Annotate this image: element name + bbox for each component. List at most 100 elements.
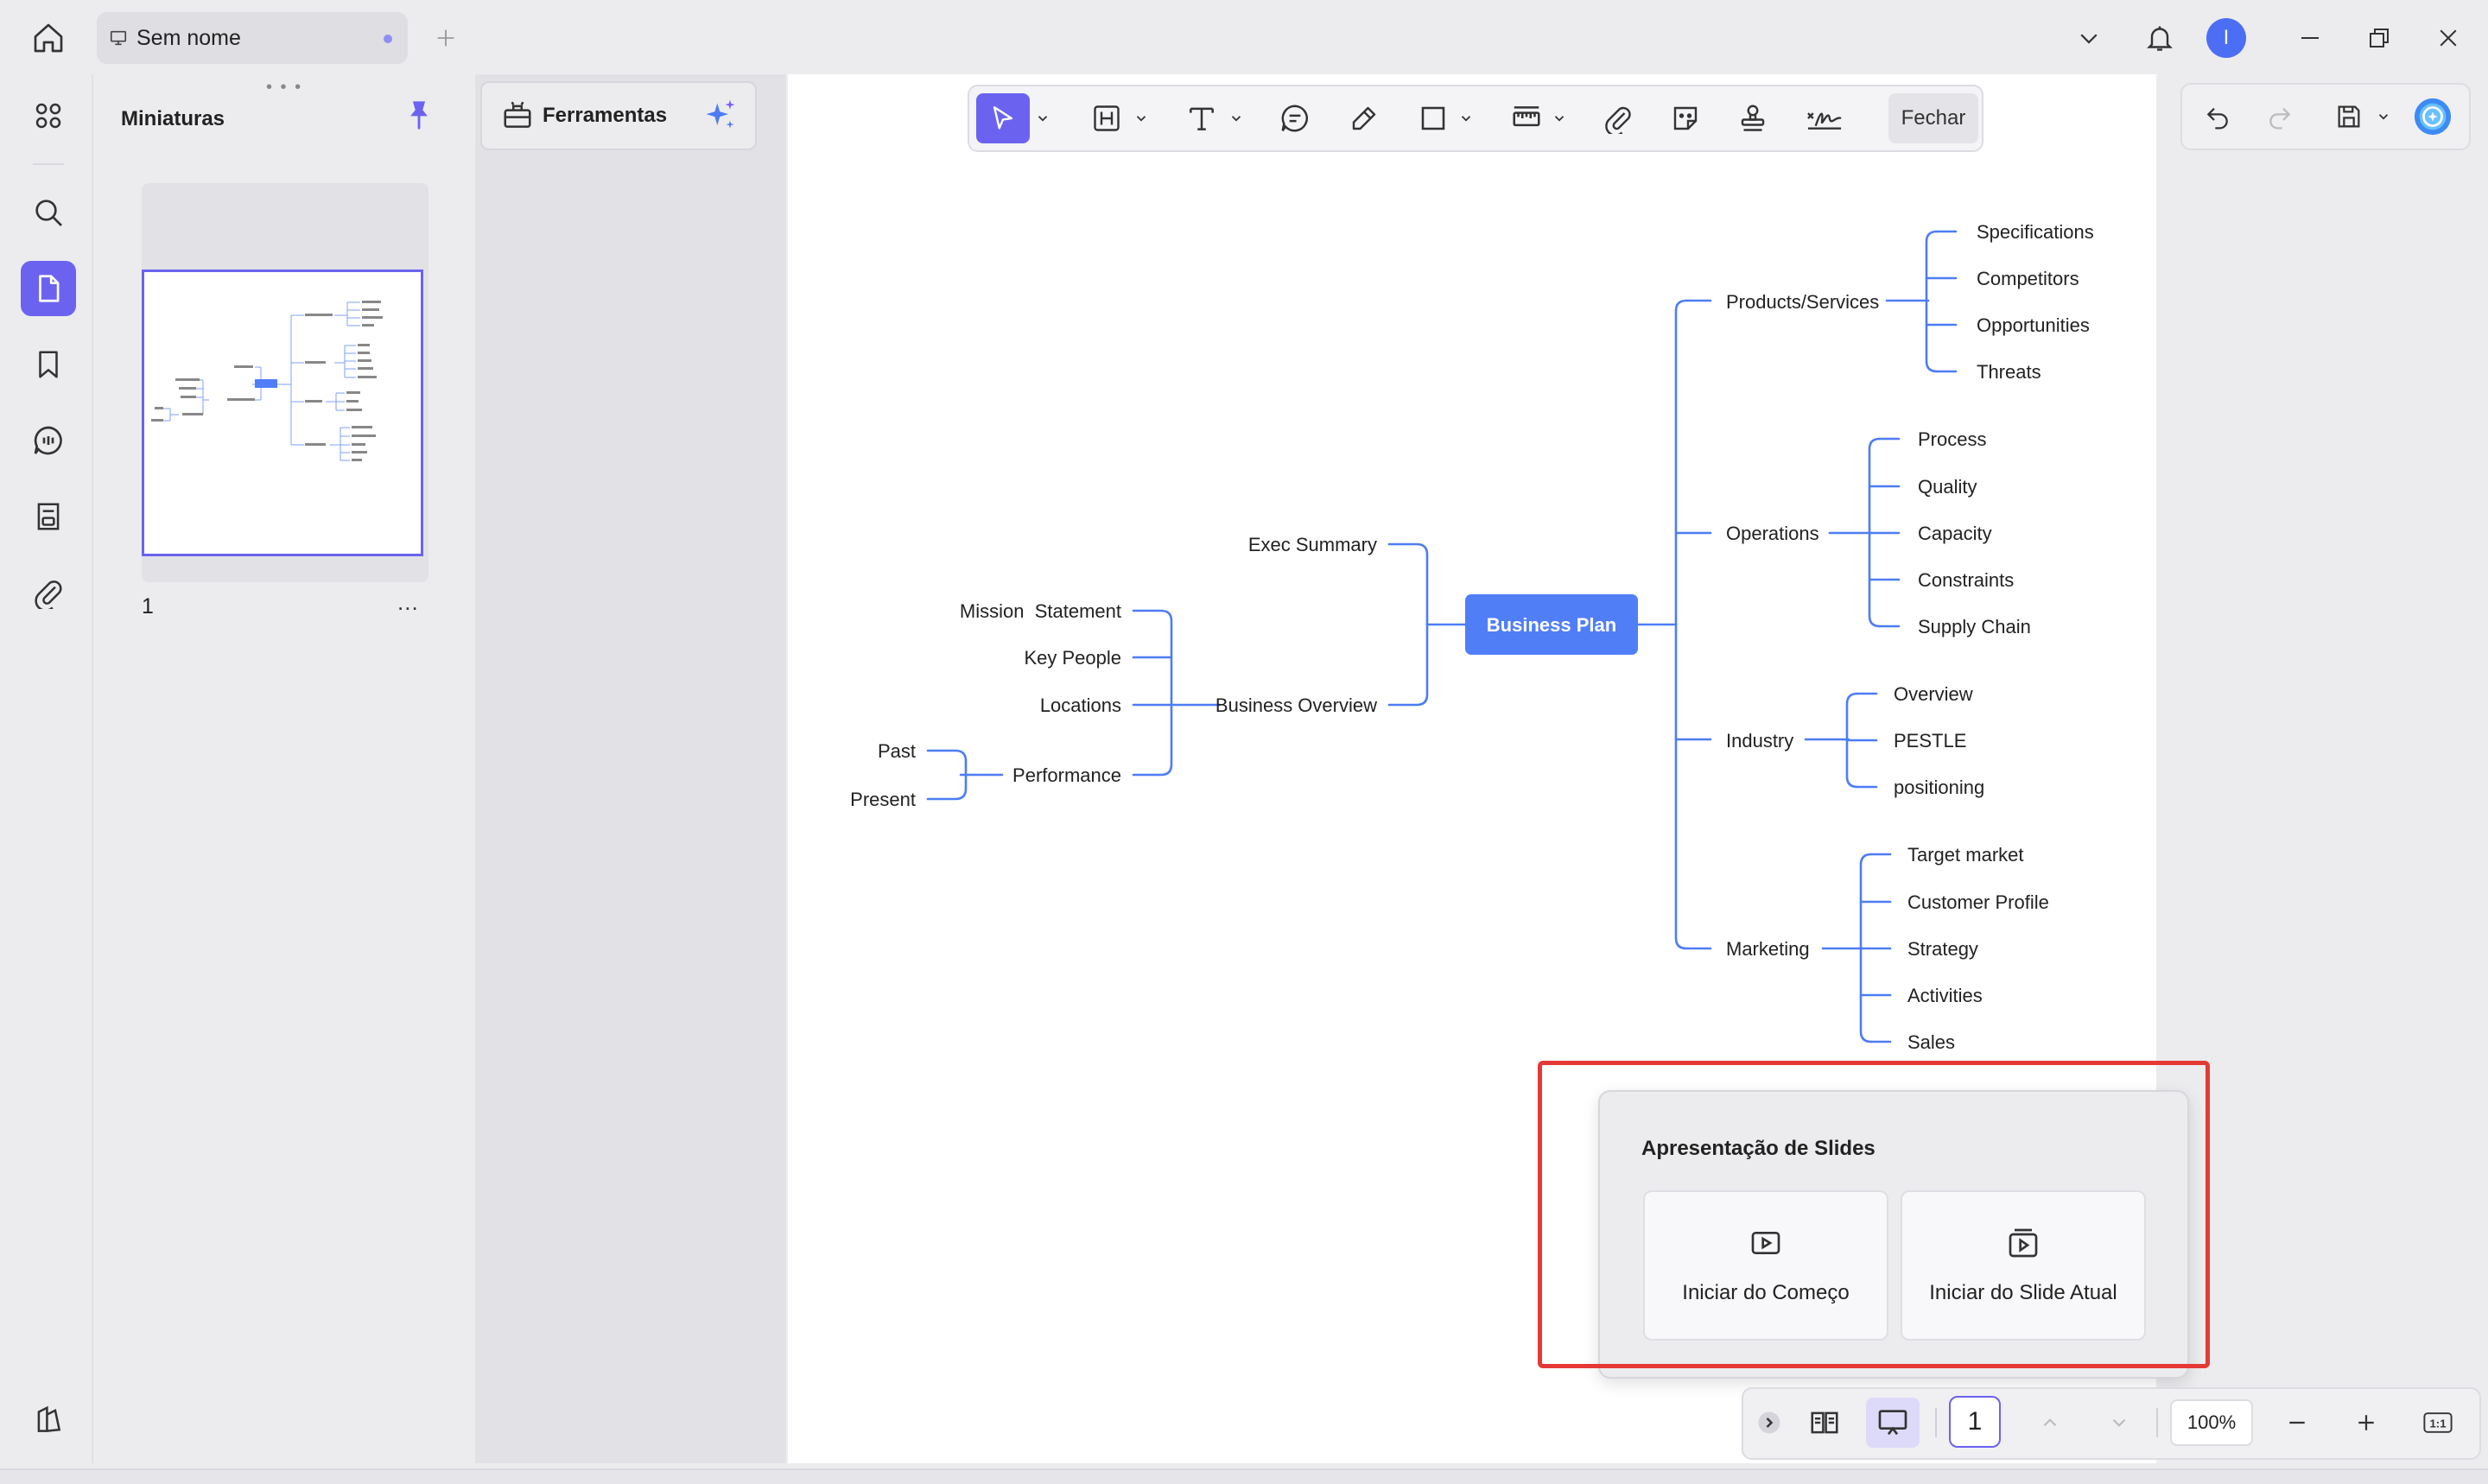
home-icon[interactable] [26,16,71,60]
node-supply-chain[interactable]: Supply Chain [1918,616,2031,637]
close-icon[interactable] [2426,16,2471,60]
comments-icon[interactable] [21,413,76,468]
tools-panel: Ferramentas [475,74,786,1463]
undo-icon[interactable] [2194,93,2241,140]
search-icon[interactable] [21,185,76,240]
previous-page-icon[interactable] [2028,1398,2072,1448]
thumbnails-panel: • • • Miniaturas 1 ... [92,74,470,1463]
actual-size-button[interactable]: 1:1 [2412,1398,2464,1448]
redo-icon[interactable] [2256,93,2303,140]
node-pestle[interactable]: PESTLE [1894,730,1966,752]
node-activities[interactable]: Activities [1907,985,1983,1006]
tab-title: Sem nome [136,25,241,50]
node-opportunities[interactable]: Opportunities [1977,314,2090,336]
node-present[interactable]: Present [850,789,916,810]
node-threats[interactable]: Threats [1977,361,2041,383]
node-marketing[interactable]: Marketing [1726,938,1810,960]
bottom-divider [2156,1408,2158,1437]
presentation-icon [109,29,128,48]
node-constraints[interactable]: Constraints [1918,569,2014,591]
new-tab-icon[interactable] [423,16,468,60]
restore-icon[interactable] [2357,16,2402,60]
title-bar: Sem nome I [0,0,2488,74]
node-industry[interactable]: Industry [1726,730,1793,752]
mindmap-root-label: Business Plan [1487,614,1616,636]
zoom-in-icon[interactable] [2343,1398,2390,1448]
chevron-down-icon[interactable] [1031,93,1054,143]
theme-icon[interactable] [21,1392,76,1448]
comment-tool-button[interactable] [1273,93,1317,143]
node-operations[interactable]: Operations [1726,523,1819,544]
bookmark-icon[interactable] [21,337,76,392]
save-icon[interactable] [2326,93,2372,140]
text-tool-button[interactable] [1180,93,1223,143]
form-icon[interactable] [21,489,76,544]
thumbnail-more-button[interactable]: ... [397,589,419,616]
page-thumbnail-preview[interactable] [142,270,423,556]
shape-tool-button[interactable] [1412,93,1455,143]
ai-sparkle-icon[interactable] [701,97,739,135]
page-number-input[interactable]: 1 [1949,1396,2001,1448]
notification-bell-icon[interactable] [2137,16,2182,60]
pages-icon[interactable] [21,261,76,316]
bottom-edge-strip [0,1468,2488,1484]
node-past[interactable]: Past [878,740,916,762]
node-locations[interactable]: Locations [1040,694,1121,716]
tools-header[interactable]: Ferramentas [480,81,757,150]
annotation-toolbar: Fechar [968,85,1983,152]
thumbnail-page-number: 1 [142,594,154,618]
slideshow-button[interactable] [1866,1398,1920,1448]
node-exec-summary[interactable]: Exec Summary [1248,534,1377,555]
stamp-tool-button[interactable] [1731,93,1774,143]
signature-tool-button[interactable] [1799,93,1850,143]
grid-view-icon[interactable] [21,88,76,143]
close-toolbar-button[interactable]: Fechar [1888,93,1978,143]
minimize-icon[interactable] [2288,16,2332,60]
node-performance[interactable]: Performance [1012,764,1121,786]
node-products-services[interactable]: Products/Services [1726,291,1879,313]
node-quality[interactable]: Quality [1918,476,1977,498]
attachment-icon[interactable] [21,565,76,620]
node-positioning[interactable]: positioning [1894,777,1984,798]
reading-mode-icon[interactable] [1799,1398,1850,1448]
panel-drag-handle[interactable]: • • • [266,78,302,98]
highlight-tool-button[interactable] [1085,93,1128,143]
node-customer-profile[interactable]: Customer Profile [1907,891,2049,913]
sticker-tool-button[interactable] [1664,93,1707,143]
select-tool-button[interactable] [976,93,1030,143]
bottom-divider [1935,1408,1937,1437]
node-business-overview[interactable]: Business Overview [1215,694,1377,716]
thumbnail-mindmap-image [151,301,383,461]
node-key-people[interactable]: Key People [1024,647,1121,669]
ai-assistant-icon[interactable] [2409,93,2457,140]
node-process[interactable]: Process [1918,428,1986,450]
chevron-down-icon[interactable] [2066,16,2111,60]
attachment-icon[interactable] [1596,93,1640,143]
node-strategy[interactable]: Strategy [1907,938,1978,960]
actual-size-label: 1:1 [2429,1417,2446,1430]
node-specifications[interactable]: Specifications [1977,221,2094,243]
node-capacity[interactable]: Capacity [1918,523,1992,544]
node-target-market[interactable]: Target market [1907,844,2024,866]
document-tab[interactable]: Sem nome [97,12,408,64]
pin-icon[interactable] [404,98,434,131]
chevron-down-icon[interactable] [1225,93,1247,143]
avatar[interactable]: I [2206,18,2246,58]
zoom-out-icon[interactable] [2274,1398,2320,1448]
node-overview[interactable]: Overview [1894,683,1973,705]
pen-tool-button[interactable] [1342,93,1386,143]
node-competitors[interactable]: Competitors [1977,268,2079,289]
unsaved-dot [384,35,392,43]
next-page-icon[interactable] [2098,1398,2141,1448]
chevron-down-icon[interactable] [2372,93,2395,140]
actual-size-icon: 1:1 [2423,1412,2453,1433]
chevron-down-icon[interactable] [1548,93,1571,143]
node-sales[interactable]: Sales [1907,1031,1955,1053]
chevron-down-icon[interactable] [1455,93,1477,143]
zoom-level[interactable]: 100% [2170,1399,2253,1446]
expand-arrow-icon[interactable] [1752,1398,1787,1448]
chevron-down-icon[interactable] [1130,93,1152,143]
tools-label: Ferramentas [543,104,668,127]
node-mission-statement[interactable]: Mission Statement [960,600,1121,622]
measure-tool-button[interactable] [1505,93,1548,143]
